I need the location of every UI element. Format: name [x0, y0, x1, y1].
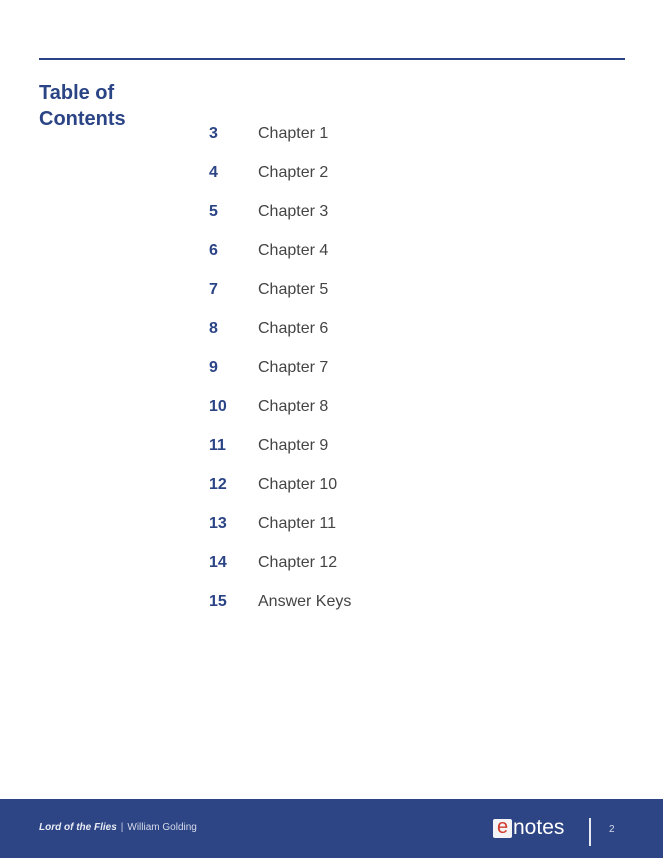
toc-page-number: 10: [209, 398, 227, 415]
toc-entry-label[interactable]: Chapter 11: [258, 514, 336, 534]
toc-page-number: 4: [209, 164, 218, 181]
author-name: William Golding: [127, 822, 197, 833]
toc-entry-label[interactable]: Chapter 7: [258, 358, 328, 378]
logo-e-mark: e: [493, 817, 512, 838]
toc-entry-label[interactable]: Chapter 10: [258, 475, 337, 495]
toc-entry-label[interactable]: Chapter 1: [258, 124, 328, 144]
toc-page-number: 5: [209, 203, 218, 220]
book-title: Lord of the Flies: [39, 822, 117, 833]
toc-entry-label[interactable]: Chapter 8: [258, 397, 328, 417]
toc-page-number: 7: [209, 281, 218, 298]
page-number: 2: [609, 824, 615, 835]
enotes-logo: e notes: [493, 817, 564, 839]
toc-entry-label[interactable]: Chapter 9: [258, 436, 328, 456]
toc-entry-label[interactable]: Chapter 3: [258, 202, 328, 222]
toc-entry-label[interactable]: Chapter 5: [258, 280, 328, 300]
page-footer: Lord of the Flies | William Golding e notes…: [0, 799, 663, 858]
footer-citation: Lord of the Flies | William Golding: [39, 822, 197, 833]
toc-entry-label[interactable]: Chapter 12: [258, 553, 337, 573]
toc-page-number: 15: [209, 593, 227, 610]
toc-entry-label[interactable]: Chapter 2: [258, 163, 328, 183]
toc-entry-label[interactable]: Answer Keys: [258, 592, 351, 612]
logo-wordmark: notes: [513, 816, 565, 839]
page-title: Table of Contents: [39, 82, 126, 130]
toc-page-number: 3: [209, 125, 218, 142]
toc-page-number: 13: [209, 515, 227, 532]
header-rule: [39, 58, 625, 60]
toc-entry-label[interactable]: Chapter 6: [258, 319, 328, 339]
toc-entry-label[interactable]: Chapter 4: [258, 241, 328, 261]
footer-separator: |: [120, 822, 124, 833]
toc-page-number: 6: [209, 242, 218, 259]
footer-divider: [589, 818, 591, 846]
toc-page-number: 12: [209, 476, 227, 493]
toc-page-number: 8: [209, 320, 218, 337]
toc-page-number: 14: [209, 554, 227, 571]
toc-page-number: 9: [209, 359, 218, 376]
toc-page-number: 11: [209, 437, 226, 454]
